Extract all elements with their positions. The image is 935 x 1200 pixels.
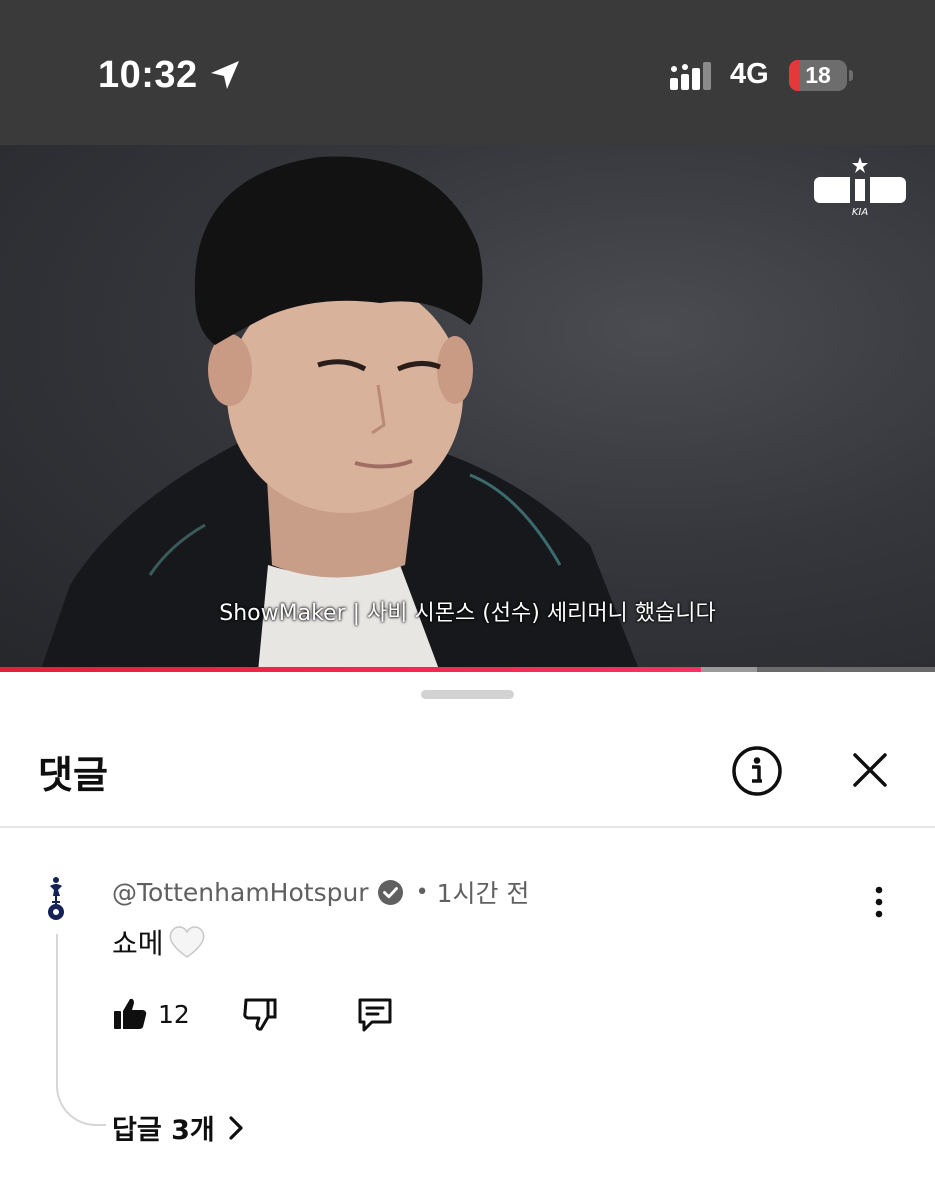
comment-header: @TottenhamHotspur • 1시간 전 — [112, 874, 529, 910]
svg-text:KIA: KIA — [852, 207, 869, 217]
replies-label: 답글 3개 — [112, 1115, 215, 1146]
reply-comment-icon[interactable] — [356, 996, 394, 1034]
battery-indicator: 18 — [789, 60, 847, 91]
comments-sheet: 댓글 @TottenhamHotspur • 1시간 전 쇼메 12 답글 3개 — [0, 672, 935, 1200]
header-divider — [0, 826, 935, 828]
battery-percent: 18 — [805, 62, 831, 88]
comments-title: 댓글 — [38, 753, 108, 797]
comment-text: 쇼메 — [112, 927, 164, 960]
sheet-drag-handle[interactable] — [421, 690, 514, 699]
white-heart-icon — [169, 926, 205, 958]
reply-thread-line — [56, 934, 106, 1126]
status-bar: 10:32 4G 18 — [0, 0, 935, 145]
video-player[interactable]: KIA ShowMaker | 사비 시몬스 (선수) 세리머니 했습니다 — [0, 145, 935, 672]
more-vertical-icon[interactable] — [866, 884, 892, 920]
view-replies-button[interactable]: 답글 3개 — [112, 1108, 245, 1147]
separator-dot: • — [415, 879, 429, 905]
kia-team-logo-icon: KIA — [814, 157, 906, 217]
comment-author[interactable]: @TottenhamHotspur — [112, 878, 369, 907]
cellular-signal-icon — [670, 62, 711, 90]
battery-cap — [849, 70, 853, 81]
like-count: 12 — [158, 1000, 190, 1029]
comment-body: 쇼메 — [112, 922, 206, 962]
close-icon[interactable] — [850, 750, 890, 790]
chevron-right-icon — [229, 1115, 243, 1140]
avatar[interactable] — [36, 872, 76, 924]
thumbs-down-icon[interactable] — [242, 996, 278, 1032]
network-type: 4G — [730, 58, 769, 90]
video-frame-person — [40, 156, 640, 672]
thumbs-up-icon[interactable] — [112, 996, 148, 1032]
location-arrow-icon — [211, 61, 239, 89]
verified-check-icon — [377, 879, 403, 905]
info-icon[interactable] — [731, 745, 783, 797]
comment-age: 1시간 전 — [436, 879, 530, 908]
video-caption: ShowMaker | 사비 시몬스 (선수) 세리머니 했습니다 — [219, 601, 716, 626]
status-time: 10:32 — [98, 54, 198, 96]
